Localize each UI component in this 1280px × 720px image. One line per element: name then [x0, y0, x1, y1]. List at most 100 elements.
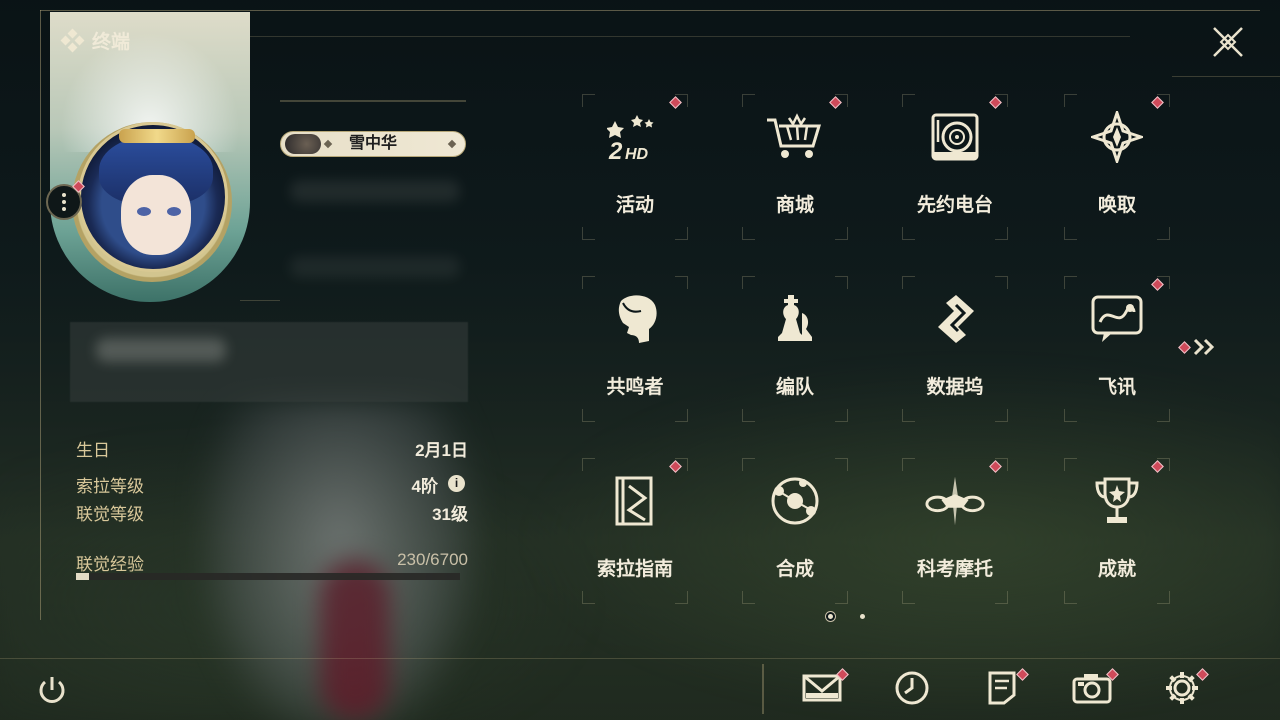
tile-corner-bracket	[995, 276, 1008, 289]
tile-corner-bracket	[675, 409, 688, 422]
name-badge-avatar	[285, 134, 321, 154]
tile-corner-bracket	[582, 409, 595, 422]
feature-tile-data-dock[interactable]: 数据坞	[900, 274, 1010, 424]
sparkle-icon	[323, 139, 333, 149]
feature-tile-synthesis[interactable]: 合成	[740, 456, 850, 606]
feature-tile-chess-piece[interactable]: 编队	[740, 274, 850, 424]
synthesis-icon	[764, 470, 826, 532]
profile-divider-line	[280, 100, 466, 102]
info-icon[interactable]: i	[448, 475, 465, 492]
stat-union-level: 联觉等级 31级	[76, 505, 468, 524]
tile-corner-bracket	[902, 591, 915, 604]
tile-corner-bracket	[1064, 94, 1077, 107]
tile-corner-bracket	[902, 458, 915, 471]
guide-book-icon	[604, 470, 666, 532]
redacted-uid-text	[290, 180, 460, 202]
tile-corner-bracket	[902, 94, 915, 107]
player-name: 雪中华	[348, 135, 397, 152]
exp-progress-bar	[76, 573, 460, 580]
power-button[interactable]	[30, 668, 74, 712]
tile-corner-bracket	[1064, 276, 1077, 289]
feature-tile-events-2hd[interactable]: 2 HD 活动	[580, 92, 690, 242]
settings-button[interactable]	[1160, 668, 1209, 712]
power-icon	[39, 677, 65, 703]
redacted-signature-text	[96, 338, 226, 362]
character-profile-icon	[604, 288, 666, 350]
double-chevron-right-icon	[1193, 338, 1215, 356]
next-page-button[interactable]	[1178, 337, 1219, 357]
tile-corner-bracket	[1157, 409, 1170, 422]
tile-corner-bracket	[742, 227, 755, 240]
mail-icon	[802, 673, 842, 708]
exp-progress-fill	[76, 573, 90, 580]
tile-corner-bracket	[995, 409, 1008, 422]
terminal-logo-icon	[60, 28, 85, 52]
terminal-title: 终端	[92, 32, 131, 53]
stat-sola-level: 索拉等级 4阶 i	[76, 472, 468, 496]
frame-top-line	[40, 10, 1260, 11]
feature-label: 成就	[1097, 559, 1136, 580]
terminal-header: 终端	[60, 27, 131, 54]
frame-inner-top-line	[250, 36, 1130, 37]
feature-label: 编队	[775, 377, 814, 398]
tile-corner-bracket	[742, 276, 755, 289]
feature-label: 飞讯	[1097, 377, 1136, 398]
feature-tile-shopping-cart[interactable]: 商城	[740, 92, 850, 242]
feature-label: 数据坞	[926, 377, 984, 398]
stat-birthday: 生日 2月1日	[76, 441, 468, 460]
notice-button[interactable]	[980, 668, 1029, 712]
gear-icon	[1164, 670, 1200, 711]
tile-corner-bracket	[582, 227, 595, 240]
clock-button[interactable]	[890, 668, 934, 712]
frame-right-line	[1172, 76, 1280, 77]
svg-text:2: 2	[608, 138, 623, 163]
bottom-bar	[0, 658, 1280, 720]
tile-corner-bracket	[742, 591, 755, 604]
feature-tile-motorcycle[interactable]: 科考摩托	[900, 456, 1010, 606]
player-avatar[interactable]	[78, 122, 228, 272]
frame-left-line	[40, 10, 41, 620]
sparkle-icon	[447, 139, 457, 149]
feature-label: 活动	[615, 195, 654, 216]
events-2hd-icon: 2 HD	[604, 106, 666, 168]
mail-button[interactable]	[800, 668, 849, 712]
tile-corner-bracket	[902, 409, 915, 422]
page-indicator	[828, 612, 868, 622]
tile-corner-bracket	[675, 227, 688, 240]
tile-corner-bracket	[835, 458, 848, 471]
motorcycle-icon	[924, 470, 986, 532]
tile-corner-bracket	[582, 458, 595, 471]
data-dock-icon	[924, 288, 986, 350]
redacted-level-text	[290, 256, 460, 278]
feature-tile-guide-book[interactable]: 索拉指南	[580, 456, 690, 606]
camera-button[interactable]	[1070, 668, 1119, 712]
tile-corner-bracket	[582, 591, 595, 604]
shopping-cart-icon	[764, 106, 826, 168]
tile-corner-bracket	[1064, 458, 1077, 471]
page-dot-active[interactable]	[828, 614, 833, 619]
feature-tile-trophy[interactable]: 成就	[1062, 456, 1172, 606]
tile-corner-bracket	[1157, 591, 1170, 604]
feature-label: 合成	[775, 559, 814, 580]
tile-corner-bracket	[742, 409, 755, 422]
feature-tile-radio-record[interactable]: 先约电台	[900, 92, 1010, 242]
tile-corner-bracket	[995, 227, 1008, 240]
tile-corner-bracket	[835, 276, 848, 289]
chess-piece-icon	[764, 288, 826, 350]
camera-icon	[1072, 672, 1112, 709]
tile-corner-bracket	[835, 409, 848, 422]
tile-corner-bracket	[675, 276, 688, 289]
profile-divider-line-2	[240, 300, 280, 301]
feature-tile-chat-bubble[interactable]: 飞讯	[1062, 274, 1172, 424]
chat-bubble-icon	[1086, 288, 1148, 350]
trophy-icon	[1086, 470, 1148, 532]
player-name-badge[interactable]: 雪中华	[280, 131, 466, 157]
tile-corner-bracket	[902, 276, 915, 289]
feature-tile-character-profile[interactable]: 共鸣者	[580, 274, 690, 424]
page-dot[interactable]	[860, 614, 865, 619]
feature-label: 唤取	[1097, 195, 1136, 216]
compass-star-icon	[1086, 106, 1148, 168]
close-button[interactable]	[1208, 22, 1248, 62]
feature-tile-compass-star[interactable]: 唤取	[1062, 92, 1172, 242]
feature-label: 共鸣者	[606, 377, 664, 398]
